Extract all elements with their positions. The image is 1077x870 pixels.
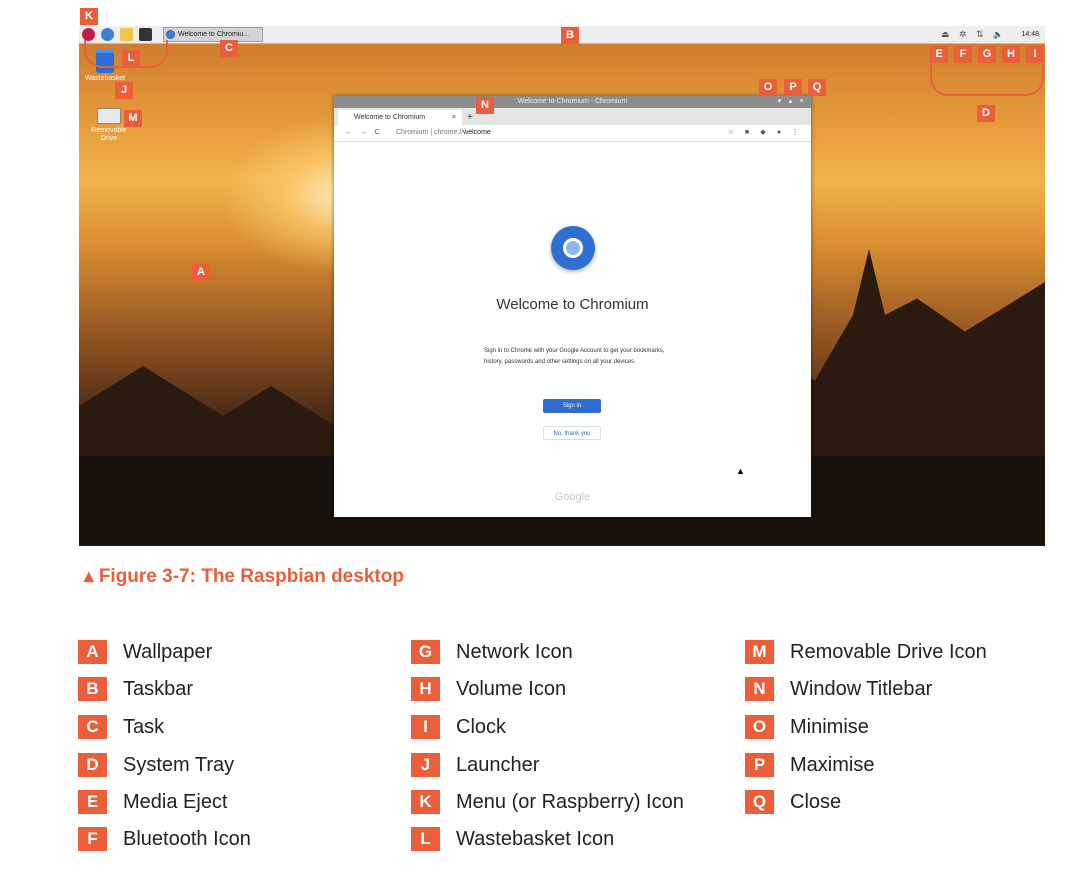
legend-label: Minimise (790, 716, 869, 738)
no-thanks-button[interactable]: No, thank you (543, 426, 601, 440)
system-tray-brace (930, 64, 1044, 96)
legend-key: P (745, 753, 774, 777)
legend-key: O (745, 715, 774, 739)
toolbar: ← → C Chromium | chrome://welcome ☆ ■ ◆ ● ⋮ (334, 125, 811, 142)
legend-label: Launcher (456, 754, 540, 776)
legend-label: Taskbar (123, 678, 194, 700)
legend-key: Q (745, 790, 774, 814)
legend-key: H (411, 677, 440, 701)
shield-icon[interactable]: ◆ (755, 125, 771, 141)
toolbar-icons: ☆ ■ ◆ ● ⋮ (723, 125, 803, 141)
close-button[interactable]: × (796, 96, 807, 108)
legend-key: E (78, 790, 107, 814)
menu-kebab-icon[interactable]: ⋮ (787, 125, 803, 141)
legend-label: Maximise (790, 754, 875, 776)
legend-key: K (411, 790, 440, 814)
legend-key: F (78, 827, 107, 851)
minimise-button[interactable]: ▾ (774, 96, 785, 108)
legend-label: Wastebasket Icon (456, 828, 615, 850)
extension-icon[interactable]: ■ (739, 125, 755, 141)
figure-caption: ▴ Figure 3-7: The Raspbian desktop (84, 566, 404, 587)
reload-button[interactable]: C (370, 125, 384, 141)
legend-label: System Tray (123, 754, 235, 776)
nav-buttons: ← → C (342, 125, 384, 141)
legend-label: Menu (or Raspberry) Icon (456, 791, 684, 813)
removable-drive-label: Removable Drive (91, 127, 127, 142)
tab-close-button[interactable]: × (452, 110, 456, 125)
legend-label: Media Eject (123, 791, 228, 813)
callout-k: K (80, 8, 98, 25)
callout-o: O (759, 79, 777, 96)
legend-label: Close (790, 791, 842, 813)
tab-welcome[interactable]: Welcome to Chromium × (338, 110, 462, 125)
legend-label: Window Titlebar (790, 678, 933, 700)
callout-p: P (784, 79, 802, 96)
legend-key: M (745, 640, 774, 664)
window-titlebar[interactable]: Welcome to Chromium - Chromium ▾ ▴ × (334, 96, 811, 108)
legend-label: Task (123, 716, 165, 738)
chromium-window: Welcome to Chromium - Chromium ▾ ▴ × Welco… (334, 96, 811, 517)
callout-n: N (476, 97, 494, 114)
task-chromium[interactable]: Welcome to Chromiu... (163, 27, 263, 42)
callout-j: J (115, 82, 133, 99)
legend-key: D (78, 753, 107, 777)
callout-g: G (978, 46, 996, 63)
callout-a: A (192, 264, 210, 281)
url-path: welcome (463, 129, 491, 136)
legend-label: Network Icon (456, 641, 573, 663)
legend-label: Wallpaper (123, 641, 213, 663)
legend-key: C (78, 715, 107, 739)
removable-drive-icon (97, 108, 121, 124)
profile-icon[interactable]: ● (771, 125, 787, 141)
sign-in-description: Sign in to Chrome with your Google Accou… (484, 348, 665, 365)
legend-label: Clock (456, 716, 507, 738)
tab-label: Welcome to Chromium (354, 114, 426, 121)
legend-key: J (411, 753, 440, 777)
window-controls: ▾ ▴ × (774, 96, 807, 108)
maximise-button[interactable]: ▴ (785, 96, 796, 108)
legend-label: Bluetooth Icon (123, 828, 251, 850)
legend-key: B (78, 677, 107, 701)
chromium-logo-icon (551, 226, 595, 270)
chromium-icon (166, 30, 175, 39)
mouse-cursor-icon: ▲ (736, 466, 745, 476)
callout-f: F (954, 46, 972, 63)
welcome-heading: Welcome to Chromium (496, 296, 649, 313)
google-footer: Google (554, 491, 591, 503)
callout-h: H (1002, 46, 1020, 63)
callout-m: M (124, 110, 142, 127)
media-eject-icon[interactable]: ⏏ (941, 28, 950, 41)
network-icon[interactable]: ⇅ (976, 28, 984, 41)
callout-e: E (930, 46, 948, 63)
address-bar[interactable]: Chromium | chrome://welcome (396, 125, 491, 141)
back-button[interactable]: ← (342, 125, 356, 141)
volume-icon[interactable]: 🔈 (993, 28, 1003, 41)
wastebasket-label: Wastebasket (84, 75, 126, 82)
legend-key: N (745, 677, 774, 701)
legend-key: L (411, 827, 440, 851)
callout-l: L (122, 50, 140, 67)
callout-c: C (220, 40, 238, 57)
callout-i: I (1026, 46, 1044, 63)
callout-q: Q (808, 79, 826, 96)
legend-label: Volume Icon (456, 678, 567, 700)
url-host: Chromium | chrome:// (396, 129, 464, 136)
forward-button[interactable]: → (356, 125, 370, 141)
window-title: Welcome to Chromium - Chromium (517, 98, 628, 105)
legend-key: A (78, 640, 107, 664)
legend-label: Removable Drive Icon (790, 641, 987, 663)
new-tab-button[interactable]: + (467, 110, 473, 125)
legend-key: I (411, 715, 440, 739)
task-label: Welcome to Chromiu... (178, 31, 250, 38)
desktop-screenshot: Welcome to Chromiu... ⏏ ✲ ⇅ 🔈 14:48 Wast… (79, 26, 1045, 546)
clock[interactable]: 14:48 (1021, 28, 1039, 41)
callout-d: D (977, 105, 995, 122)
sign-in-button[interactable]: Sign in (543, 399, 601, 413)
bluetooth-icon[interactable]: ✲ (959, 28, 967, 41)
bookmark-star-icon[interactable]: ☆ (723, 125, 739, 141)
legend-key: G (411, 640, 440, 664)
tab-strip: Welcome to Chromium × + (334, 108, 811, 125)
callout-b: B (561, 27, 579, 44)
